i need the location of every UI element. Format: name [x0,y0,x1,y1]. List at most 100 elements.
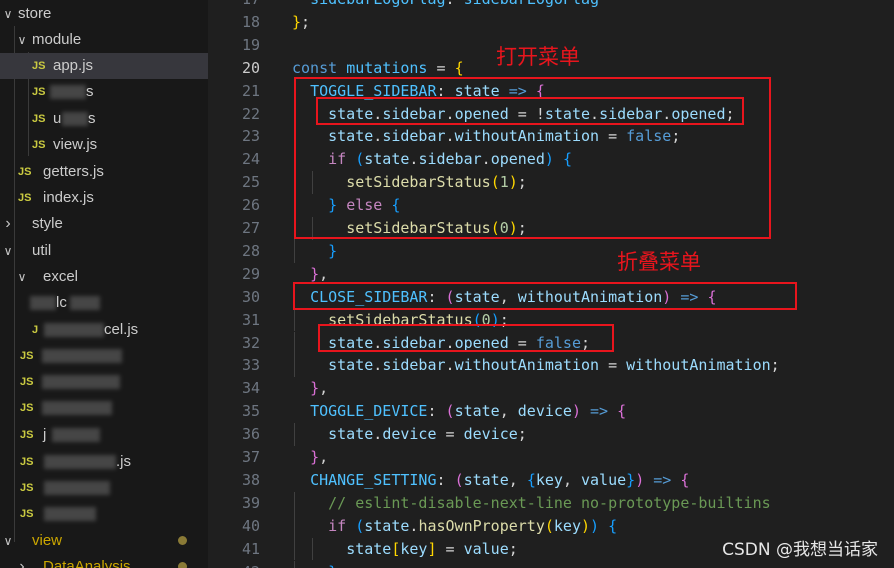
tree-file-redacted[interactable]: JS s [0,79,208,105]
tree-label: getters.js [43,163,104,180]
modified-dot-icon [178,536,187,545]
js-file-icon: JS [20,350,34,362]
tree-folder-style[interactable]: › style [0,211,208,237]
line-number: 29 [241,264,260,283]
tree-label: s [88,110,96,127]
chevron-down-icon: ∨ [3,7,13,21]
indent-guide [294,537,295,561]
line-number: 17 [208,0,260,11]
tree-file-app-js[interactable]: JS app.js [0,53,208,79]
tree-file-index-js[interactable]: JS index.js [0,185,208,211]
tree-label: app.js [53,57,94,74]
tree-file-view-js[interactable]: JS view.js [0,132,208,158]
tree-label: DataAnalysis [43,558,131,568]
tree-label: style [32,215,63,232]
redacted-blur [62,112,88,126]
line-number: 21 [241,81,260,100]
code-line[interactable]: if (state.hasOwnProperty(key)) { [292,515,617,538]
redacted-blur [42,401,112,415]
tree-file-redacted[interactable]: JS [0,343,208,369]
line-number: 18 [241,12,260,31]
line-number: 38 [241,470,260,489]
line-number: 24 [241,150,260,169]
indent-guide [294,239,295,263]
tree-label: util [32,242,52,259]
tree-label: index.js [43,189,94,206]
tree-folder-util[interactable]: ∨ util [0,238,208,264]
js-file-icon: JS [32,86,46,98]
indent-guide [312,537,314,561]
code-line[interactable]: state.device = device; [292,423,527,446]
annotation-box-opened-toggle [316,97,744,125]
line-number: 42 [208,561,260,568]
tree-file-redacted[interactable]: JS j [0,422,208,448]
tree-file-getters-js[interactable]: JS getters.js [0,159,208,185]
code-line[interactable]: }, [292,446,328,469]
tree-file-excel-js[interactable]: J cel.js [0,317,208,343]
tree-label: store [18,5,52,22]
indent-guide [294,423,295,446]
tree-label: s [86,83,94,100]
line-number: 27 [241,219,260,237]
code-line[interactable]: sidebarLogoFlag: sidebarLogoFlag [292,0,599,11]
code-line[interactable]: TOGGLE_DEVICE: (state, device) => { [292,400,626,423]
modified-dot-icon [178,562,187,568]
indent-guide [294,514,295,538]
chevron-down-icon: ∨ [3,244,13,258]
line-number: 37 [241,448,260,466]
redacted-blur [44,481,110,495]
tree-label: j [43,426,47,443]
tree-folder-excel[interactable]: ∨ excel [0,264,208,290]
chevron-right-icon: › [5,215,11,232]
js-file-icon: JS [20,402,34,414]
js-file-icon: JS [18,166,32,178]
tree-file-redacted[interactable]: JS [0,369,208,395]
code-line[interactable]: } [292,561,337,568]
tree-label: module [32,31,82,48]
tree-label: excel [43,268,79,285]
code-line[interactable]: }, [292,377,328,400]
annotation-box-close-sidebar [293,282,797,310]
line-number: 26 [241,196,260,215]
indent-guide [294,308,295,332]
tree-file-redacted[interactable]: JS u s [0,106,208,132]
line-number: 36 [241,425,260,444]
code-line[interactable]: // eslint-disable-next-line no-prototype… [292,492,771,515]
tree-folder-dataanalysis[interactable]: › DataAnalysis [0,554,208,568]
redacted-blur [52,428,100,442]
js-file-icon: JS [18,192,32,204]
line-number: 20 [241,58,260,77]
code-line[interactable]: } [292,240,337,263]
tree-file-redacted[interactable]: JS .js [0,449,208,475]
line-number: 34 [241,379,260,398]
tree-label: view.js [53,136,98,153]
annotation-collapse-menu: 折叠菜单 [617,250,701,274]
redacted-blur [44,323,104,337]
code-line[interactable]: CHANGE_SETTING: (state, {key, value}) =>… [292,469,689,492]
tree-folder-module[interactable]: ∨ module [0,27,208,53]
tree-folder-view[interactable]: ∨ view [0,528,208,554]
code-line[interactable]: }; [292,11,310,34]
js-file-icon: JS [20,456,34,468]
code-line[interactable]: state.sidebar.withoutAnimation = without… [292,354,780,377]
line-number: 30 [241,287,260,306]
js-file-icon: JS [32,113,46,125]
tree-file-redacted[interactable]: lc [0,290,208,316]
indent-guide [294,331,295,355]
code-editor[interactable]: 1718 19 20 21 22 23 24 25 26 27 28 29 30 31 32 33 34 35 36… [208,0,894,568]
tree-folder-store[interactable]: ∨ store [0,1,208,27]
tree-label: cel.js [104,321,139,338]
tree-file-redacted[interactable]: JS [0,501,208,527]
redacted-blur [42,375,120,389]
tree-file-redacted[interactable]: JS [0,475,208,501]
indent-guide [294,354,295,378]
tree-label: lc [56,294,67,311]
redacted-blur [44,507,96,521]
redacted-blur [42,349,122,363]
line-number: 19 [241,35,260,54]
js-file-icon: JS [20,482,34,494]
annotation-box-opened-false [318,324,614,352]
line-number: 40 [241,516,260,535]
code-line[interactable]: state[key] = value; [292,538,518,561]
tree-file-redacted[interactable]: JS [0,395,208,421]
